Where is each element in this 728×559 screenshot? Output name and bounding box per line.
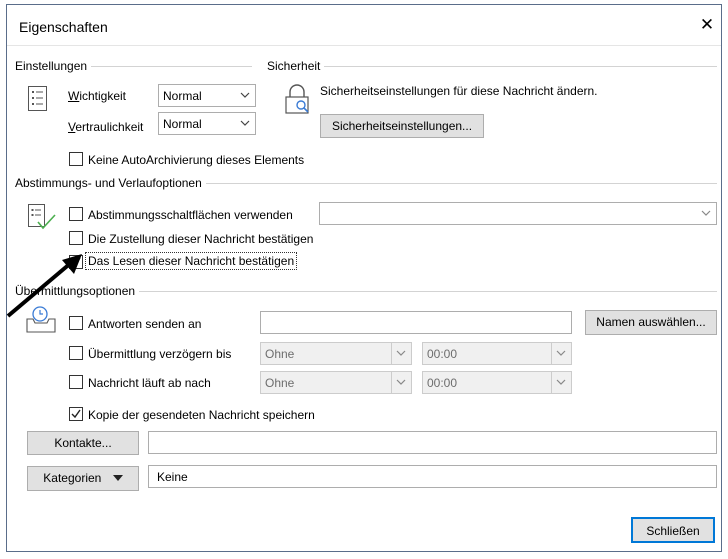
expires-checkbox[interactable]: [69, 375, 83, 389]
close-dialog-button[interactable]: Schließen: [631, 517, 715, 543]
delay-date-select[interactable]: Ohne: [260, 342, 412, 365]
sensitivity-value: Normal: [163, 117, 202, 131]
chevron-down-icon: [396, 350, 406, 356]
categories-input[interactable]: Keine: [148, 465, 717, 488]
importance-select[interactable]: Normal: [158, 84, 256, 107]
delay-time-select[interactable]: 00:00: [422, 342, 572, 365]
chevron-down-icon: [556, 379, 566, 385]
use-voting-checkbox[interactable]: [69, 207, 83, 221]
delivery-receipt-label: Die Zustellung dieser Nachricht bestätig…: [88, 232, 314, 246]
replies-to-input[interactable]: [260, 311, 572, 334]
annotation-arrow-icon: [0, 248, 90, 327]
sensitivity-select[interactable]: Normal: [158, 112, 256, 135]
categories-value: Keine: [157, 470, 188, 484]
properties-dialog: Eigenschaften ✕ Einstellungen Wichtigkei…: [6, 4, 722, 552]
no-autoarchive-label: Keine AutoArchivierung dieses Elements: [88, 153, 305, 167]
replies-to-label: Antworten senden an: [88, 317, 202, 331]
expires-time-value: 00:00: [427, 376, 458, 390]
select-names-button[interactable]: Namen auswählen...: [585, 310, 717, 335]
list-settings-icon: [27, 85, 49, 116]
security-group-label: Sicherheit: [267, 59, 325, 73]
chevron-down-icon: [396, 379, 406, 385]
expires-label: Nachricht läuft ab nach: [88, 376, 211, 390]
security-settings-button[interactable]: Sicherheitseinstellungen...: [320, 114, 484, 138]
sensitivity-label: Vertraulichkeit: [68, 120, 144, 134]
close-button[interactable]: ✕: [697, 15, 717, 35]
settings-group-label: Einstellungen: [15, 59, 92, 73]
save-copy-label: Kopie der gesendeten Nachricht speichern: [88, 408, 315, 422]
use-voting-label: Abstimmungsschaltflächen verwenden: [88, 208, 293, 222]
security-group-line: [269, 66, 717, 67]
delay-checkbox[interactable]: [69, 346, 83, 360]
contacts-input[interactable]: [148, 431, 717, 454]
chevron-down-icon: [240, 92, 250, 98]
lock-icon: [283, 83, 311, 118]
delay-label: Übermittlung verzögern bis: [88, 347, 232, 361]
chevron-down-icon: [556, 350, 566, 356]
expires-date-value: Ohne: [265, 376, 295, 390]
expires-date-select[interactable]: Ohne: [260, 371, 412, 394]
title-divider: [7, 45, 721, 46]
save-copy-checkbox[interactable]: [69, 407, 83, 421]
categories-button[interactable]: Kategorien: [27, 466, 139, 491]
read-receipt-label: Das Lesen dieser Nachricht bestätigen: [85, 252, 298, 270]
dropdown-arrow-icon: [112, 467, 123, 490]
checkmark-icon: [71, 409, 81, 419]
chevron-down-icon: [240, 120, 250, 126]
no-autoarchive-checkbox[interactable]: [69, 152, 83, 166]
delay-date-value: Ohne: [265, 347, 295, 361]
voting-buttons-select[interactable]: [319, 202, 717, 225]
delivery-receipt-checkbox[interactable]: [69, 231, 83, 245]
voting-list-icon: [27, 203, 57, 236]
categories-label: Kategorien: [43, 471, 102, 485]
delay-time-value: 00:00: [427, 347, 458, 361]
security-text: Sicherheitseinstellungen für diese Nachr…: [320, 84, 598, 98]
importance-label: Wichtigkeit: [68, 89, 127, 103]
window-title: Eigenschaften: [19, 19, 108, 35]
expires-time-select[interactable]: 00:00: [422, 371, 572, 394]
chevron-down-icon: [701, 210, 711, 216]
contacts-button[interactable]: Kontakte...: [27, 431, 139, 455]
importance-value: Normal: [163, 89, 202, 103]
voting-group-label: Abstimmungs- und Verlaufoptionen: [15, 176, 206, 190]
